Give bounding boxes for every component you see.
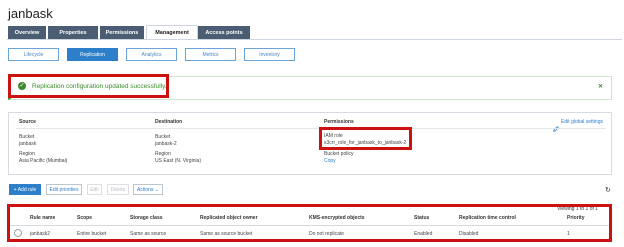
tab-overview[interactable]: Overview <box>8 26 46 39</box>
highlight-box-alert <box>8 74 169 98</box>
source-bucket-label: Bucket <box>19 134 35 140</box>
close-icon[interactable]: ✕ <box>598 83 603 90</box>
replication-config-panel <box>8 112 612 175</box>
highlight-box-table <box>7 204 612 242</box>
subtab-metrics[interactable]: Metrics <box>185 48 236 61</box>
add-rule-button[interactable]: + Add rule <box>9 184 41 195</box>
source-region-value: Asia Pacific (Mumbai) <box>19 158 68 164</box>
dest-region-value: US East (N. Virginia) <box>155 158 202 164</box>
panel-divider <box>16 128 606 129</box>
dest-region-label: Region <box>155 151 171 157</box>
tab-access-points[interactable]: Access points <box>198 26 250 39</box>
permissions-header: Permissions <box>324 119 354 125</box>
source-bucket-value: janbask <box>19 141 37 147</box>
bucket-title: janbask <box>8 6 53 21</box>
tab-properties[interactable]: Properties <box>48 26 98 39</box>
dest-bucket-value: janbask-2 <box>155 141 177 147</box>
bucket-policy-label: Bucket policy <box>324 151 354 157</box>
copy-link[interactable]: Copy <box>324 158 336 164</box>
refresh-icon[interactable]: ↻ <box>605 186 611 194</box>
pencil-icon[interactable] <box>553 119 559 132</box>
edit-global-settings-link[interactable]: Edit global settings <box>561 119 603 125</box>
edit-button[interactable]: Edit <box>87 184 102 195</box>
dest-bucket-label: Bucket <box>155 134 171 140</box>
subtab-lifecycle[interactable]: Lifecycle <box>8 48 59 61</box>
destination-header: Destination <box>155 119 183 125</box>
source-region-label: Region <box>19 151 35 157</box>
subtab-inventory[interactable]: Inventory <box>244 48 295 61</box>
tabs-divider <box>7 39 622 40</box>
actions-dropdown[interactable]: Actions ⌄ <box>133 184 163 195</box>
tab-management[interactable]: Management <box>146 25 198 40</box>
source-header: Source <box>19 119 36 125</box>
delete-button[interactable]: Delete <box>107 184 129 195</box>
edit-priorities-button[interactable]: Edit priorities <box>46 184 82 195</box>
highlight-box-permissions <box>319 127 412 150</box>
tab-permissions[interactable]: Permissions <box>100 26 144 39</box>
subtab-analytics[interactable]: Analytics <box>126 48 177 61</box>
subtab-replication[interactable]: Replication <box>67 48 118 61</box>
